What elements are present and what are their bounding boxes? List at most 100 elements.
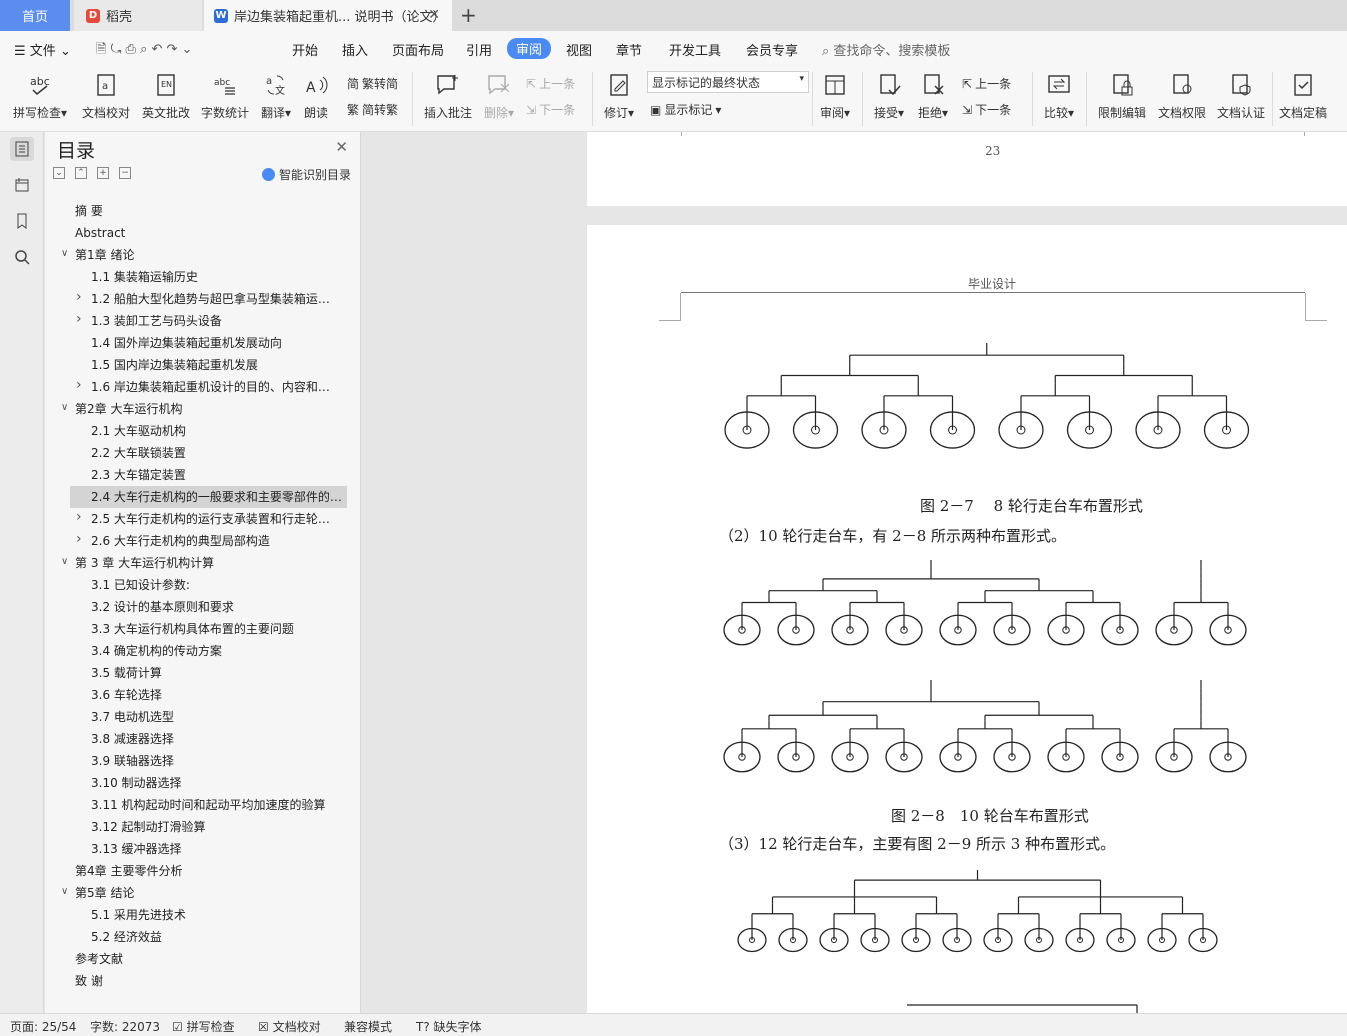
outline-item[interactable]: 致 谢 bbox=[45, 970, 347, 992]
outline-item[interactable]: 3.6 车轮选择 bbox=[45, 684, 347, 706]
tab-document[interactable]: W 岸边集装箱起重机... 说明书（论文） ✕ bbox=[204, 0, 452, 31]
outline-item[interactable]: 2.3 大车锚定装置 bbox=[45, 464, 347, 486]
document-canvas[interactable]: 23 毕业设计 图 2－7 8 轮行走台车布置形式 （2）10 轮行走台车，有 … bbox=[362, 132, 1347, 1013]
doc-proof-button[interactable]: a 文档校对 bbox=[80, 70, 132, 121]
menu-member[interactable]: 会员专享 bbox=[746, 40, 798, 59]
new-tab-button[interactable]: + bbox=[460, 3, 477, 27]
menu-view[interactable]: 视图 bbox=[566, 40, 592, 59]
menu-start[interactable]: 开始 bbox=[292, 40, 318, 59]
outline-item[interactable]: 1.3 装卸工艺与码头设备 bbox=[45, 310, 347, 332]
chevron-down-icon[interactable]: ∨ bbox=[61, 886, 68, 897]
outline-item[interactable]: 2.1 大车驱动机构 bbox=[45, 420, 347, 442]
command-search[interactable]: ⌕ 查找命令、搜索模板 bbox=[822, 40, 950, 59]
prev-comment-button[interactable]: ⇱ 上一条 bbox=[526, 75, 575, 92]
collapse-all-icon[interactable]: ⌄ bbox=[53, 167, 65, 179]
outline-item[interactable]: 摘 要 bbox=[45, 200, 347, 222]
plus-icon[interactable]: + bbox=[97, 167, 109, 179]
outline-item[interactable]: Abstract bbox=[45, 222, 347, 244]
menu-devtools[interactable]: 开发工具 bbox=[669, 40, 721, 59]
doc-permission-button[interactable]: 文档权限 bbox=[1154, 70, 1210, 121]
chevron-right-icon[interactable]: › bbox=[76, 289, 82, 305]
quick-toolbar[interactable]: 🗎 ⤿ ⎙ ⌕ ↶ ↷ ⌄ bbox=[96, 40, 192, 62]
menu-chapter[interactable]: 章节 bbox=[616, 40, 642, 59]
outline-item[interactable]: 参考文献 bbox=[45, 948, 347, 970]
outline-item[interactable]: 2.4 大车行走机构的一般要求和主要零部件的设计 bbox=[70, 486, 347, 508]
menu-reference[interactable]: 引用 bbox=[466, 40, 492, 59]
tab-home[interactable]: 首页 bbox=[0, 0, 70, 31]
menu-layout[interactable]: 页面布局 bbox=[392, 40, 444, 59]
outline-item[interactable]: 3.1 已知设计参数: bbox=[45, 574, 347, 596]
reject-button[interactable]: 拒绝▾ bbox=[914, 70, 952, 121]
close-icon[interactable]: ✕ bbox=[428, 7, 440, 23]
chapter-nav-button[interactable] bbox=[10, 173, 34, 197]
close-icon[interactable]: ✕ bbox=[335, 138, 348, 156]
outline-item[interactable]: 2.2 大车联锁装置 bbox=[45, 442, 347, 464]
tab-daoke[interactable]: D 稻壳 bbox=[74, 0, 202, 31]
outline-item[interactable]: 3.3 大车运行机构具体布置的主要问题 bbox=[45, 618, 347, 640]
outline-item[interactable]: 第5章 结论 bbox=[45, 882, 347, 904]
outline-item[interactable]: 2.6 大车行走机构的典型局部构造 bbox=[45, 530, 347, 552]
chevron-down-icon[interactable]: ∨ bbox=[61, 556, 68, 567]
traditional-to-simplified-button[interactable]: 简繁转简 bbox=[347, 75, 398, 92]
find-nav-button[interactable] bbox=[10, 245, 34, 269]
outline-item[interactable]: 第2章 大车运行机构 bbox=[45, 398, 347, 420]
outline-item[interactable]: 1.6 岸边集装箱起重机设计的目的、内容和方法 bbox=[45, 376, 347, 398]
track-changes-button[interactable]: 修订▾ bbox=[600, 70, 638, 121]
outline-item[interactable]: 3.12 起制动打滑验算 bbox=[45, 816, 347, 838]
insert-comment-button[interactable]: 插入批注 bbox=[420, 70, 476, 121]
simplified-to-traditional-button[interactable]: 繁简转繁 bbox=[347, 101, 398, 118]
file-menu[interactable]: ☰ 文件 ⌄ bbox=[14, 40, 71, 59]
spell-check-button[interactable]: abc 拼写检查▾ bbox=[10, 70, 70, 121]
english-review-button[interactable]: EN 英文批改 bbox=[140, 70, 192, 121]
translate-button[interactable]: a 文翻译▾ bbox=[258, 70, 294, 121]
restrict-editing-button[interactable]: 限制编辑 bbox=[1094, 70, 1150, 121]
chevron-down-icon[interactable]: ∨ bbox=[61, 248, 68, 259]
outline-item[interactable]: 第 3 章 大车运行机构计算 bbox=[45, 552, 347, 574]
next-comment-button[interactable]: ⇲ 下一条 bbox=[526, 101, 575, 118]
menu-insert[interactable]: 插入 bbox=[342, 40, 368, 59]
outline-item[interactable]: 3.4 确定机构的传动方案 bbox=[45, 640, 347, 662]
outline-item[interactable]: 1.1 集装箱运输历史 bbox=[45, 266, 347, 288]
outline-item[interactable]: 3.7 电动机选型 bbox=[45, 706, 347, 728]
outline-item[interactable]: 3.11 机构起动时间和起动平均加速度的验算 bbox=[45, 794, 347, 816]
word-count-button[interactable]: abc 字数统计 bbox=[199, 70, 251, 121]
chevron-down-icon[interactable]: ∨ bbox=[61, 402, 68, 413]
page-indicator[interactable]: 页面: 25/54 bbox=[10, 1018, 76, 1035]
smart-toc-button[interactable]: 智能识别目录 bbox=[261, 166, 351, 183]
read-aloud-button[interactable]: A 朗读 bbox=[300, 70, 332, 121]
outline-item[interactable]: 1.5 国内岸边集装箱起重机发展 bbox=[45, 354, 347, 376]
outline-item[interactable]: 3.2 设计的基本原则和要求 bbox=[45, 596, 347, 618]
status-proof[interactable]: ☒ 文档校对 bbox=[258, 1018, 321, 1035]
bookmark-nav-button[interactable] bbox=[10, 209, 34, 233]
review-pane-button[interactable]: 审阅▾ bbox=[816, 70, 854, 121]
outline-item[interactable]: 1.2 船舶大型化趋势与超巴拿马型集装箱运输的发展 bbox=[45, 288, 347, 310]
prev-change-button[interactable]: ⇱ 上一条 bbox=[962, 75, 1011, 92]
outline-item[interactable]: 5.2 经济效益 bbox=[45, 926, 347, 948]
outline-item[interactable]: 3.10 制动器选择 bbox=[45, 772, 347, 794]
chevron-right-icon[interactable]: › bbox=[76, 311, 82, 327]
word-count-indicator[interactable]: 字数: 22073 bbox=[90, 1018, 160, 1035]
show-markup-button[interactable]: ▣ 显示标记 ▾ bbox=[650, 101, 721, 118]
accept-button[interactable]: 接受▾ bbox=[870, 70, 908, 121]
outline-item[interactable]: 第1章 绪论 bbox=[45, 244, 347, 266]
outline-item[interactable]: 第4章 主要零件分析 bbox=[45, 860, 347, 882]
doc-certify-button[interactable]: 文档认证 bbox=[1213, 70, 1269, 121]
minus-icon[interactable]: − bbox=[119, 167, 131, 179]
chevron-right-icon[interactable]: › bbox=[76, 509, 82, 525]
outline-item[interactable]: 1.4 国外岸边集装箱起重机发展动向 bbox=[45, 332, 347, 354]
missing-font-button[interactable]: T? 缺失字体 bbox=[416, 1018, 482, 1035]
finalize-doc-button[interactable]: 文档定稿 bbox=[1276, 70, 1330, 121]
status-spell-check[interactable]: ☑ 拼写检查 bbox=[172, 1018, 235, 1035]
outline-nav-button[interactable] bbox=[10, 137, 34, 161]
chevron-right-icon[interactable]: › bbox=[76, 377, 82, 393]
markup-state-select[interactable]: 显示标记的最终状态 ▾ bbox=[647, 71, 809, 93]
menu-review[interactable]: 审阅 bbox=[507, 38, 552, 59]
chevron-right-icon[interactable]: › bbox=[76, 531, 82, 547]
outline-item[interactable]: 3.8 减速器选择 bbox=[45, 728, 347, 750]
outline-item[interactable]: 5.1 采用先进技术 bbox=[45, 904, 347, 926]
outline-item[interactable]: 3.13 缓冲器选择 bbox=[45, 838, 347, 860]
delete-comment-button[interactable]: 删除▾ bbox=[480, 70, 518, 121]
next-change-button[interactable]: ⇲ 下一条 bbox=[962, 101, 1011, 118]
expand-all-icon[interactable]: ⌃ bbox=[75, 167, 87, 179]
outline-item[interactable]: 2.5 大车行走机构的运行支承装置和行走轮的设计 bbox=[45, 508, 347, 530]
